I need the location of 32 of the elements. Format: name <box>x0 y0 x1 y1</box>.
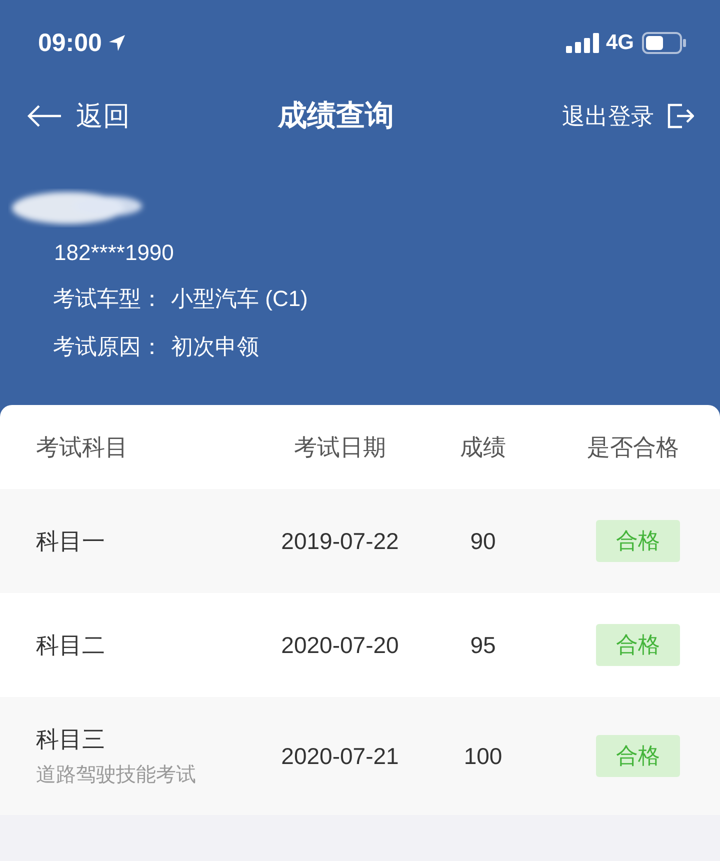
signal-icon <box>566 33 600 53</box>
exam-score: 95 <box>469 632 497 658</box>
logout-icon <box>666 103 694 129</box>
logout-button[interactable]: 退出登录 <box>562 100 694 132</box>
column-header: 是否合格 <box>586 432 680 462</box>
subject-name: 科目二 <box>36 630 106 660</box>
page-title: 成绩查询 <box>276 99 395 134</box>
network-label: 4G <box>606 31 634 55</box>
exam-date: 2020-07-20 <box>280 632 400 658</box>
battery-icon <box>642 32 686 54</box>
info-label: 考试车型： <box>53 285 163 313</box>
result-badge: 合格 <box>596 520 680 562</box>
exam-date: 2020-07-21 <box>280 742 400 770</box>
result-badge: 合格 <box>596 735 680 777</box>
status-time: 09:00 <box>38 28 102 58</box>
subject-name: 科目三 <box>36 725 106 754</box>
info-value: 小型汽车 (C1) <box>171 285 308 313</box>
result-badge: 合格 <box>596 624 680 666</box>
info-value: 初次申领 <box>171 333 259 361</box>
subject-description: 道路驾驶技能考试 <box>36 763 197 788</box>
column-header: 考试日期 <box>293 432 387 462</box>
info-label: 考试原因： <box>53 333 163 361</box>
column-header: 成绩 <box>459 432 507 462</box>
column-header: 考试科目 <box>35 432 129 462</box>
exam-score: 90 <box>469 528 497 554</box>
exam-score: 100 <box>462 742 504 770</box>
subject-name: 科目一 <box>36 526 106 556</box>
exam-date: 2019-07-22 <box>280 528 400 554</box>
back-arrow-icon <box>26 104 62 128</box>
location-arrow-icon <box>108 34 126 52</box>
back-button[interactable]: 返回 <box>26 98 130 134</box>
phone-number: 182****1990 <box>54 240 175 266</box>
